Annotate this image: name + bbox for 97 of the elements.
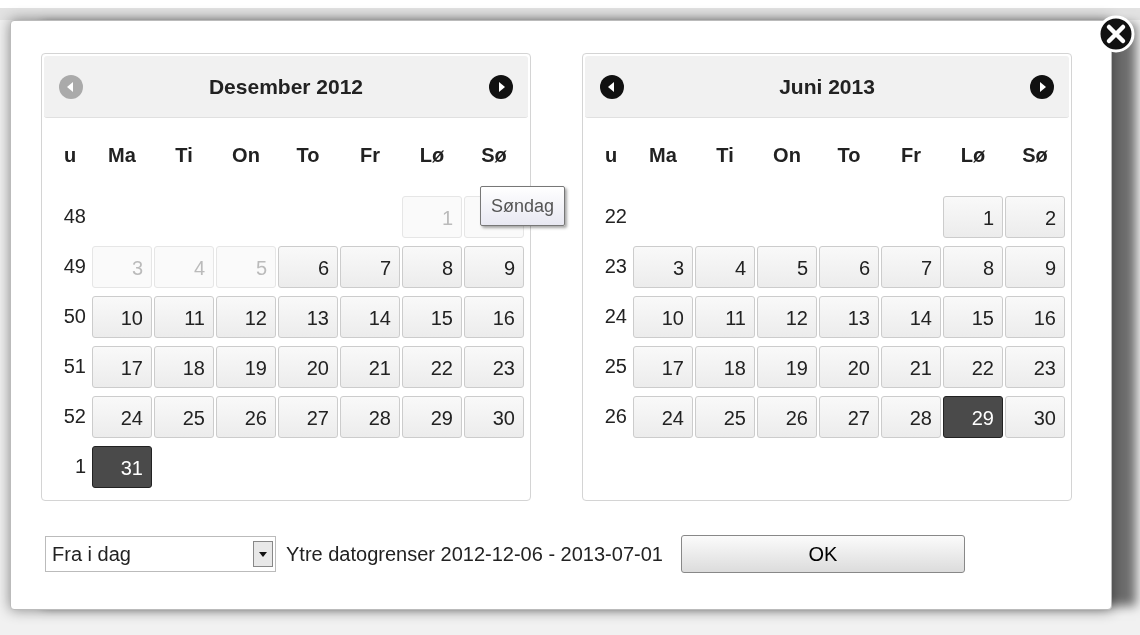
week-number: 49 <box>62 254 87 279</box>
day-cell[interactable]: 12 <box>216 296 276 338</box>
day-cell[interactable]: 3 <box>633 246 693 288</box>
day-cell[interactable]: 20 <box>278 346 338 388</box>
weekday-label: Ti <box>715 143 735 168</box>
week-number: 26 <box>603 404 628 429</box>
day-cell[interactable]: 6 <box>278 246 338 288</box>
next-month-button[interactable] <box>488 73 514 100</box>
day-cell[interactable]: 22 <box>402 346 462 388</box>
day-cell[interactable]: 24 <box>92 396 152 438</box>
day-cell[interactable]: 31 <box>92 446 152 488</box>
day-cell[interactable]: 14 <box>340 296 400 338</box>
weekday-label: Lø <box>959 143 987 168</box>
weekday-label: To <box>295 143 321 168</box>
weekday-label: Lø <box>418 143 446 168</box>
day-cell[interactable]: 19 <box>757 346 817 388</box>
day-cell[interactable]: 16 <box>464 296 524 338</box>
day-cell[interactable]: 30 <box>464 396 524 438</box>
weekday-label: To <box>836 143 862 168</box>
weekday-label: Fr <box>900 143 922 168</box>
day-cell[interactable]: 15 <box>943 296 1003 338</box>
day-cell[interactable]: 29 <box>943 396 1003 438</box>
day-cell[interactable]: 2 <box>1005 196 1065 238</box>
day-cell[interactable]: 12 <box>757 296 817 338</box>
day-cell[interactable]: 30 <box>1005 396 1065 438</box>
week-number: 24 <box>603 304 628 329</box>
day-cell[interactable]: 28 <box>340 396 400 438</box>
day-cell[interactable]: 6 <box>819 246 879 288</box>
day-cell: 5 <box>216 246 276 288</box>
date-limits-text: Ytre datogrenser 2012-12-06 - 2013-07-01 <box>286 542 663 567</box>
day-cell[interactable]: 27 <box>278 396 338 438</box>
day-cell[interactable]: 11 <box>695 296 755 338</box>
day-cell[interactable]: 13 <box>278 296 338 338</box>
range-dropdown[interactable]: Fra i dag <box>45 536 276 572</box>
next-month-button[interactable] <box>1029 73 1055 100</box>
day-cell[interactable]: 9 <box>464 246 524 288</box>
day-cell[interactable]: 7 <box>881 246 941 288</box>
day-cell[interactable]: 18 <box>695 346 755 388</box>
day-cell[interactable]: 25 <box>695 396 755 438</box>
week-number: 51 <box>62 354 87 379</box>
day-cell[interactable]: 13 <box>819 296 879 338</box>
day-cell[interactable]: 28 <box>881 396 941 438</box>
day-cell[interactable]: 19 <box>216 346 276 388</box>
weekday-label: On <box>231 143 261 168</box>
day-cell: 4 <box>154 246 214 288</box>
week-number: 1 <box>73 454 87 479</box>
week-number: 25 <box>603 354 628 379</box>
week-column-label: u <box>603 143 619 168</box>
ok-button[interactable]: OK <box>680 535 965 573</box>
day-cell[interactable]: 7 <box>340 246 400 288</box>
day-cell[interactable]: 29 <box>402 396 462 438</box>
day-cell[interactable]: 22 <box>943 346 1003 388</box>
day-cell[interactable]: 24 <box>633 396 693 438</box>
day-cell[interactable]: 23 <box>1005 346 1065 388</box>
previous-month-button[interactable] <box>599 73 625 100</box>
weekday-label: Sø <box>1021 143 1049 168</box>
week-column-label: u <box>62 143 78 168</box>
close-icon[interactable] <box>1097 15 1135 53</box>
day-cell[interactable]: 17 <box>633 346 693 388</box>
day-cell[interactable]: 15 <box>402 296 462 338</box>
day-cell: 1 <box>402 196 462 238</box>
day-cell[interactable]: 21 <box>881 346 941 388</box>
day-cell[interactable]: 11 <box>154 296 214 338</box>
week-number: 23 <box>603 254 628 279</box>
day-cell[interactable]: 16 <box>1005 296 1065 338</box>
day-cell[interactable]: 10 <box>92 296 152 338</box>
week-number: 50 <box>62 304 87 329</box>
day-cell: 3 <box>92 246 152 288</box>
day-cell[interactable]: 21 <box>340 346 400 388</box>
day-cell[interactable]: 25 <box>154 396 214 438</box>
weekday-label: Ma <box>648 143 678 168</box>
day-cell[interactable]: 17 <box>92 346 152 388</box>
day-cell[interactable]: 20 <box>819 346 879 388</box>
day-cell[interactable]: 27 <box>819 396 879 438</box>
weekday-label: Ma <box>107 143 137 168</box>
day-cell[interactable]: 23 <box>464 346 524 388</box>
day-cell[interactable]: 18 <box>154 346 214 388</box>
day-cell[interactable]: 1 <box>943 196 1003 238</box>
week-number: 52 <box>62 404 87 429</box>
weekday-label: Sø <box>480 143 508 168</box>
weekday-label: Fr <box>359 143 381 168</box>
day-cell[interactable]: 26 <box>216 396 276 438</box>
day-cell[interactable]: 9 <box>1005 246 1065 288</box>
day-cell[interactable]: 14 <box>881 296 941 338</box>
month-title: Desember 2012 <box>208 73 364 100</box>
weekday-label: On <box>772 143 802 168</box>
day-cell[interactable]: 5 <box>757 246 817 288</box>
week-number: 48 <box>62 204 87 229</box>
week-number: 22 <box>603 204 628 229</box>
tooltip: Søndag <box>480 186 566 226</box>
day-cell[interactable]: 26 <box>757 396 817 438</box>
day-cell[interactable]: 8 <box>943 246 1003 288</box>
day-cell[interactable]: 10 <box>633 296 693 338</box>
month-title: Juni 2013 <box>779 73 875 100</box>
weekday-label: Ti <box>174 143 194 168</box>
day-cell[interactable]: 4 <box>695 246 755 288</box>
day-cell[interactable]: 8 <box>402 246 462 288</box>
